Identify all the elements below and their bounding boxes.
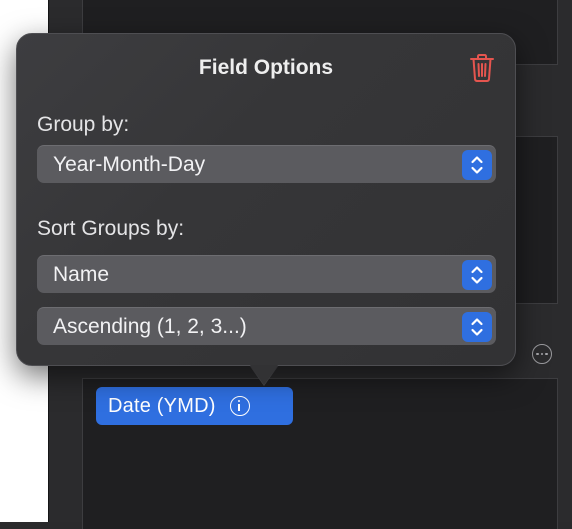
group-by-select[interactable]: Year-Month-Day: [37, 145, 496, 183]
group-by-label: Group by:: [37, 113, 130, 136]
sort-by-value: Name: [53, 262, 110, 286]
field-token-label: Date (YMD): [108, 394, 216, 417]
popover-arrow: [250, 365, 278, 385]
sort-order-select[interactable]: Ascending (1, 2, 3...): [37, 307, 496, 345]
chevron-up-down-icon[interactable]: [462, 150, 492, 180]
chevron-up-down-icon[interactable]: [462, 260, 492, 290]
sort-groups-label: Sort Groups by:: [37, 217, 185, 240]
sort-order-value: Ascending (1, 2, 3...): [53, 314, 247, 338]
popover-title: Field Options: [198, 56, 334, 79]
field-token-date[interactable]: Date (YMD): [96, 387, 293, 425]
ellipsis-circle-icon[interactable]: [532, 344, 552, 364]
group-by-value: Year-Month-Day: [53, 152, 206, 176]
info-icon[interactable]: [229, 396, 250, 416]
chevron-up-down-icon[interactable]: [462, 312, 492, 342]
field-options-popover: Field Options Group by: Year-Month-Day S…: [16, 33, 516, 366]
trash-icon[interactable]: [469, 53, 495, 83]
sort-by-select[interactable]: Name: [37, 255, 496, 293]
